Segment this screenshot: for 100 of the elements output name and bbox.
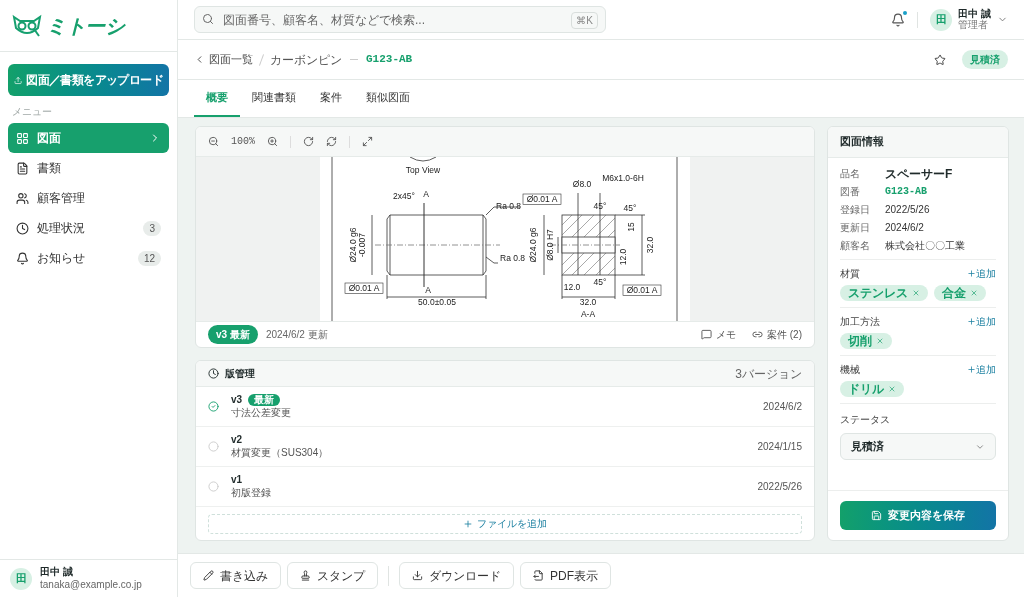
- dimension-label: Ø24.0 g6: [528, 227, 538, 263]
- menu-section-label: メニュー: [11, 105, 53, 119]
- dimension-label: Ø8.0: [572, 179, 592, 189]
- fullscreen-icon[interactable]: [362, 136, 373, 147]
- action-button[interactable]: スタンプ: [287, 562, 378, 589]
- group-label: 材質: [840, 267, 860, 281]
- cases-link[interactable]: 案件 (2): [752, 327, 802, 342]
- version-label: v3: [231, 394, 243, 407]
- user-avatar: 田: [10, 567, 32, 590]
- version-note: 初版登録: [231, 486, 271, 499]
- version-row[interactable]: v1 初版登録 2022/5/26: [196, 467, 814, 507]
- dimension-label: 15: [626, 222, 636, 232]
- tolerance-frame: Ø0.01 A: [522, 193, 562, 205]
- users-icon: [16, 191, 29, 205]
- version-row[interactable]: v2 材質変更（SUS304） 2024/1/15: [196, 427, 814, 467]
- field-value: 株式会社〇〇工業: [885, 239, 965, 253]
- owl-logo-icon: [12, 13, 42, 38]
- action-button[interactable]: 書き込み: [190, 562, 281, 589]
- group-label: 機械: [840, 363, 860, 377]
- tab[interactable]: 類似図面: [354, 80, 422, 117]
- check-circle-icon[interactable]: [208, 401, 219, 412]
- rotate-icon[interactable]: [303, 136, 314, 147]
- add-file-button[interactable]: ファイルを追加: [208, 513, 802, 534]
- dimension-label: M6x1.0-6H: [602, 173, 644, 183]
- dimension-label: 50.0±0.05: [418, 297, 456, 307]
- count-badge: 3: [143, 220, 161, 236]
- download-icon: [412, 570, 423, 581]
- dimension-label: 32.0: [579, 297, 597, 307]
- sidebar-item[interactable]: 顧客管理: [8, 183, 169, 213]
- field-label: 品名: [840, 167, 861, 181]
- zoom-in-icon[interactable]: [267, 136, 278, 147]
- tab[interactable]: 案件: [308, 80, 354, 117]
- add-link[interactable]: 追加: [967, 266, 996, 281]
- memo-link[interactable]: メモ: [701, 327, 736, 342]
- back-link[interactable]: 図面一覧: [194, 51, 253, 68]
- panel-title: 版管理: [225, 367, 255, 381]
- clock-icon: [16, 221, 29, 235]
- action-button[interactable]: ダウンロード: [399, 562, 514, 589]
- radio-circle-icon[interactable]: [208, 441, 219, 452]
- drawing-number: G123-AB: [366, 52, 413, 68]
- sidebar-item[interactable]: 書類: [8, 153, 169, 183]
- add-link[interactable]: 追加: [967, 362, 996, 377]
- dimension-label: A-A: [580, 309, 596, 319]
- action-button[interactable]: PDF表示: [520, 562, 611, 589]
- notification-bell-icon[interactable]: [891, 12, 906, 27]
- refresh-icon[interactable]: [326, 136, 337, 147]
- version-note: 材質変更（SUS304）: [231, 446, 329, 459]
- star-icon[interactable]: [934, 53, 946, 66]
- sidebar-item[interactable]: 処理状況 3: [8, 213, 169, 243]
- dimension-label: 2x45°: [393, 191, 415, 201]
- field-value: 2024/6/2: [885, 221, 924, 235]
- dimension-label: 32.0: [645, 236, 655, 254]
- panel-title: 図面情報: [840, 134, 884, 150]
- tab[interactable]: 関連書類: [240, 80, 308, 117]
- dimension-label: 45°: [593, 277, 607, 287]
- breadcrumb-item[interactable]: カーボンピン: [270, 50, 342, 69]
- user-name: 田中 誠: [40, 566, 74, 579]
- dimension-label: 45°: [623, 203, 637, 213]
- latest-badge: 最新: [248, 394, 281, 407]
- version-label: v2: [231, 434, 243, 447]
- document-icon: [16, 161, 29, 175]
- sidebar-item[interactable]: お知らせ 12: [8, 243, 169, 273]
- plus-icon: [967, 365, 976, 374]
- dimension-label: 12.0: [563, 282, 581, 292]
- shortcut-key: ⌘K: [571, 12, 598, 29]
- version-date: 2024/1/15: [757, 440, 802, 454]
- radio-circle-icon[interactable]: [208, 481, 219, 492]
- dimension-label: Ra 0.8: [496, 201, 522, 211]
- field-label: 顧客名: [840, 239, 871, 253]
- search-icon: [202, 13, 214, 25]
- save-button[interactable]: 変更内容を保存: [840, 501, 996, 530]
- status-badge: 見積済: [962, 50, 1008, 69]
- logo-text: ミトーシ: [46, 13, 124, 39]
- updated-date: 2024/6/2 更新: [265, 328, 328, 342]
- version-date: 2024/6/2: [763, 400, 802, 414]
- tolerance-frame: Ø0.01 A: [622, 284, 662, 296]
- save-icon: [871, 510, 882, 521]
- upload-button[interactable]: 図面／書類をアップロード: [8, 64, 169, 96]
- grid-icon: [16, 131, 29, 145]
- bell-icon: [16, 251, 29, 265]
- add-link[interactable]: 追加: [967, 314, 996, 329]
- dimension-label: A: [423, 189, 429, 199]
- tolerance-frame: Ø0.01 A: [344, 282, 384, 294]
- dimension-label: Top View: [405, 165, 441, 175]
- field-value: スペーサーF: [885, 166, 953, 181]
- user-name: 田中 誠: [958, 9, 991, 19]
- user-menu[interactable]: 田 田中 誠 管理者: [930, 8, 1008, 31]
- user-role: 管理者: [958, 20, 989, 30]
- version-badge: v3 最新: [208, 325, 258, 344]
- zoom-out-icon[interactable]: [208, 136, 219, 147]
- version-label: v1: [231, 474, 243, 487]
- upload-icon: [14, 74, 23, 86]
- dimension-label: Ra 0.8: [500, 253, 526, 263]
- comment-icon: [701, 329, 712, 340]
- zoom-level: 100%: [231, 135, 255, 149]
- dimension-label: 45°: [593, 201, 607, 211]
- version-row[interactable]: v3 最新 寸法公差変更 2024/6/2: [196, 387, 814, 427]
- count-badge: 12: [137, 250, 161, 266]
- clock-icon: [208, 368, 219, 379]
- status-select[interactable]: 見積済: [840, 433, 996, 460]
